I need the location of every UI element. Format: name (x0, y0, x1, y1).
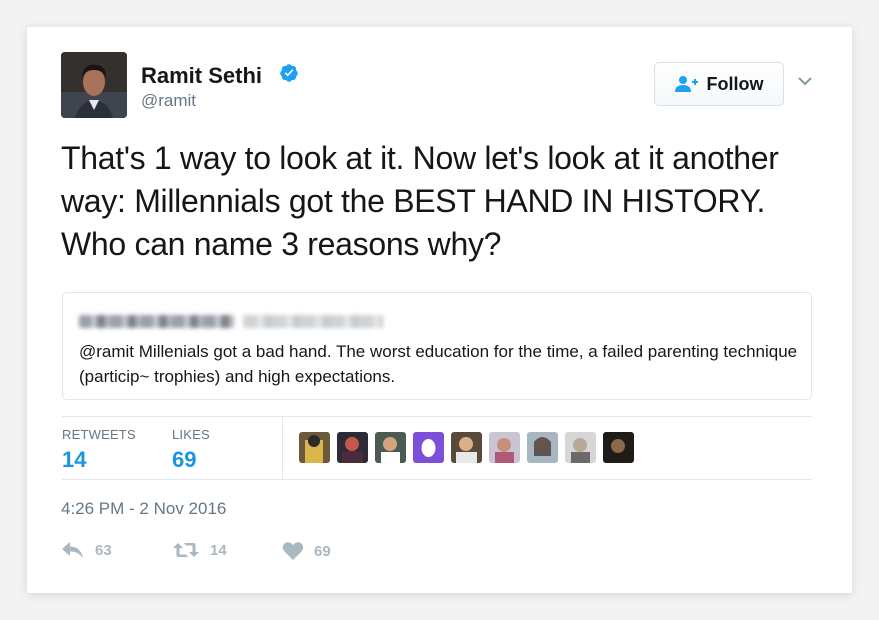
reply-button[interactable]: 63 (61, 541, 112, 559)
follow-button-label: Follow (706, 73, 764, 94)
retweet-button[interactable]: 14 (172, 541, 227, 559)
quoted-author-handle-redacted (243, 315, 383, 328)
tweet-timestamp[interactable]: 4:26 PM - 2 Nov 2016 (61, 499, 226, 519)
quoted-tweet-text: @ramit Millenials got a bad hand. The wo… (79, 342, 798, 386)
liker-avatar[interactable] (489, 432, 520, 463)
liker-avatar[interactable] (527, 432, 558, 463)
retweets-count[interactable]: 14 (62, 447, 86, 473)
tweet-card: Ramit Sethi @ramit Follow That's 1 way t… (27, 27, 852, 593)
like-button[interactable]: 69 (282, 541, 331, 561)
author-avatar[interactable] (61, 52, 127, 118)
likes-count[interactable]: 69 (172, 447, 196, 473)
liker-avatar[interactable] (451, 432, 482, 463)
liker-avatar[interactable] (565, 432, 596, 463)
liker-avatars (299, 432, 634, 463)
liker-avatar[interactable] (337, 432, 368, 463)
divider (62, 479, 812, 480)
liker-avatar[interactable] (375, 432, 406, 463)
liker-avatar[interactable] (299, 432, 330, 463)
chevron-down-icon[interactable] (797, 75, 813, 87)
divider (282, 416, 283, 480)
reply-icon (62, 542, 83, 558)
reply-count: 63 (95, 541, 112, 559)
likes-label: LIKES (172, 427, 210, 442)
retweet-icon (173, 543, 199, 557)
like-count: 69 (314, 542, 331, 560)
author-name[interactable]: Ramit Sethi (141, 63, 262, 89)
quoted-author-name-redacted (79, 315, 234, 328)
author-handle[interactable]: @ramit (141, 91, 196, 111)
follow-button[interactable]: Follow (654, 62, 784, 106)
follow-user-plus-icon (674, 76, 698, 92)
retweets-label: RETWEETS (62, 427, 136, 442)
divider (62, 416, 812, 417)
quoted-tweet[interactable]: @ramit Millenials got a bad hand. The wo… (62, 292, 812, 400)
heart-icon (282, 542, 304, 560)
liker-avatar[interactable] (603, 432, 634, 463)
verified-badge-icon (280, 64, 298, 82)
liker-avatar[interactable] (413, 432, 444, 463)
retweet-count: 14 (210, 541, 227, 559)
tweet-text: That's 1 way to look at it. Now let's lo… (61, 140, 779, 262)
